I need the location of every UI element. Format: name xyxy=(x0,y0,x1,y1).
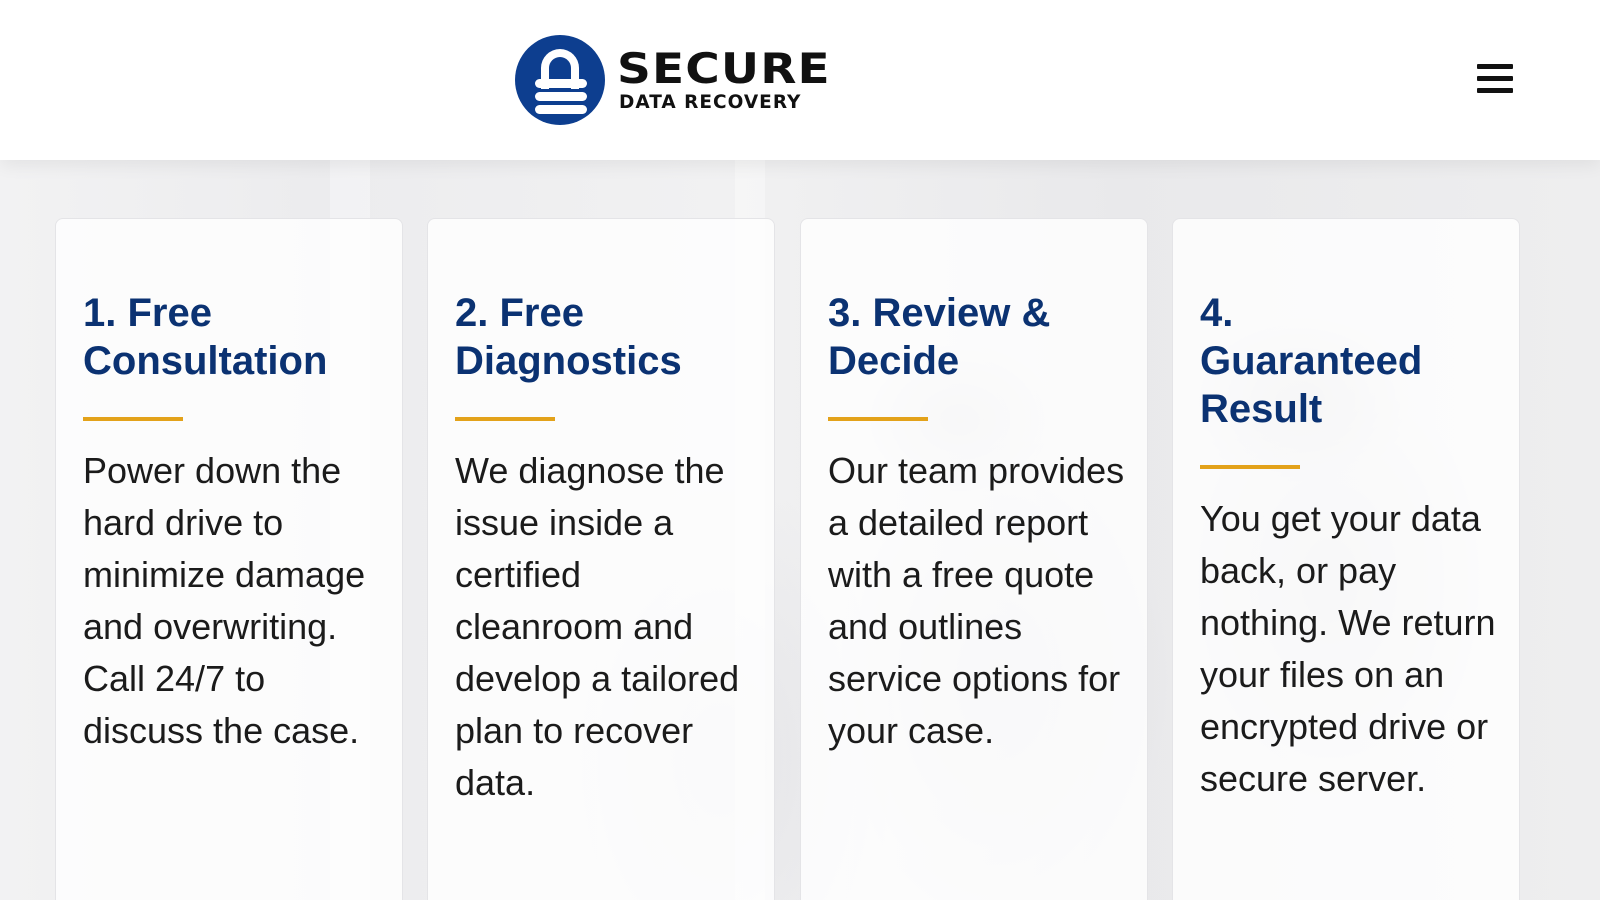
page: SECURE DATA RECOVERY 1. Free Consultatio… xyxy=(0,0,1600,900)
step-title: 2. Free Diagnostics xyxy=(455,291,682,383)
lock-icon xyxy=(515,35,605,125)
step-divider xyxy=(828,417,928,421)
step-text: You get your data back, or pay nothing. … xyxy=(1200,498,1496,799)
logo-main-text: SECURE xyxy=(617,43,831,93)
step-title: 1. Free Consultation xyxy=(83,291,328,383)
step-card: 1. Free Consultation Power down the hard… xyxy=(55,218,403,900)
step-text: Power down the hard drive to minimize da… xyxy=(83,450,366,751)
step-title: 3. Review & Decide xyxy=(828,291,1051,383)
step-divider xyxy=(83,417,183,421)
recovery-steps: 1. Free Consultation Power down the hard… xyxy=(55,218,1560,900)
hamburger-menu-icon[interactable] xyxy=(1477,64,1513,94)
logo-link[interactable]: SECURE DATA RECOVERY xyxy=(515,35,830,125)
step-text: Our team provides a detailed report with… xyxy=(828,450,1125,751)
step-text: We diagnose the issue inside a certified… xyxy=(455,450,740,803)
step-card: 2. Free Diagnostics We diagnose the issu… xyxy=(427,218,775,900)
step-card: 4. Guaranteed Result You get your data b… xyxy=(1172,218,1520,900)
step-divider xyxy=(1200,465,1300,469)
step-title: 4. Guaranteed Result xyxy=(1200,291,1423,431)
logo-wordmark: SECURE DATA RECOVERY xyxy=(617,47,830,113)
step-card: 3. Review & Decide Our team provides a d… xyxy=(800,218,1148,900)
step-divider xyxy=(455,417,555,421)
site-header: SECURE DATA RECOVERY xyxy=(0,0,1600,160)
logo-sub-text: DATA RECOVERY xyxy=(619,91,802,113)
